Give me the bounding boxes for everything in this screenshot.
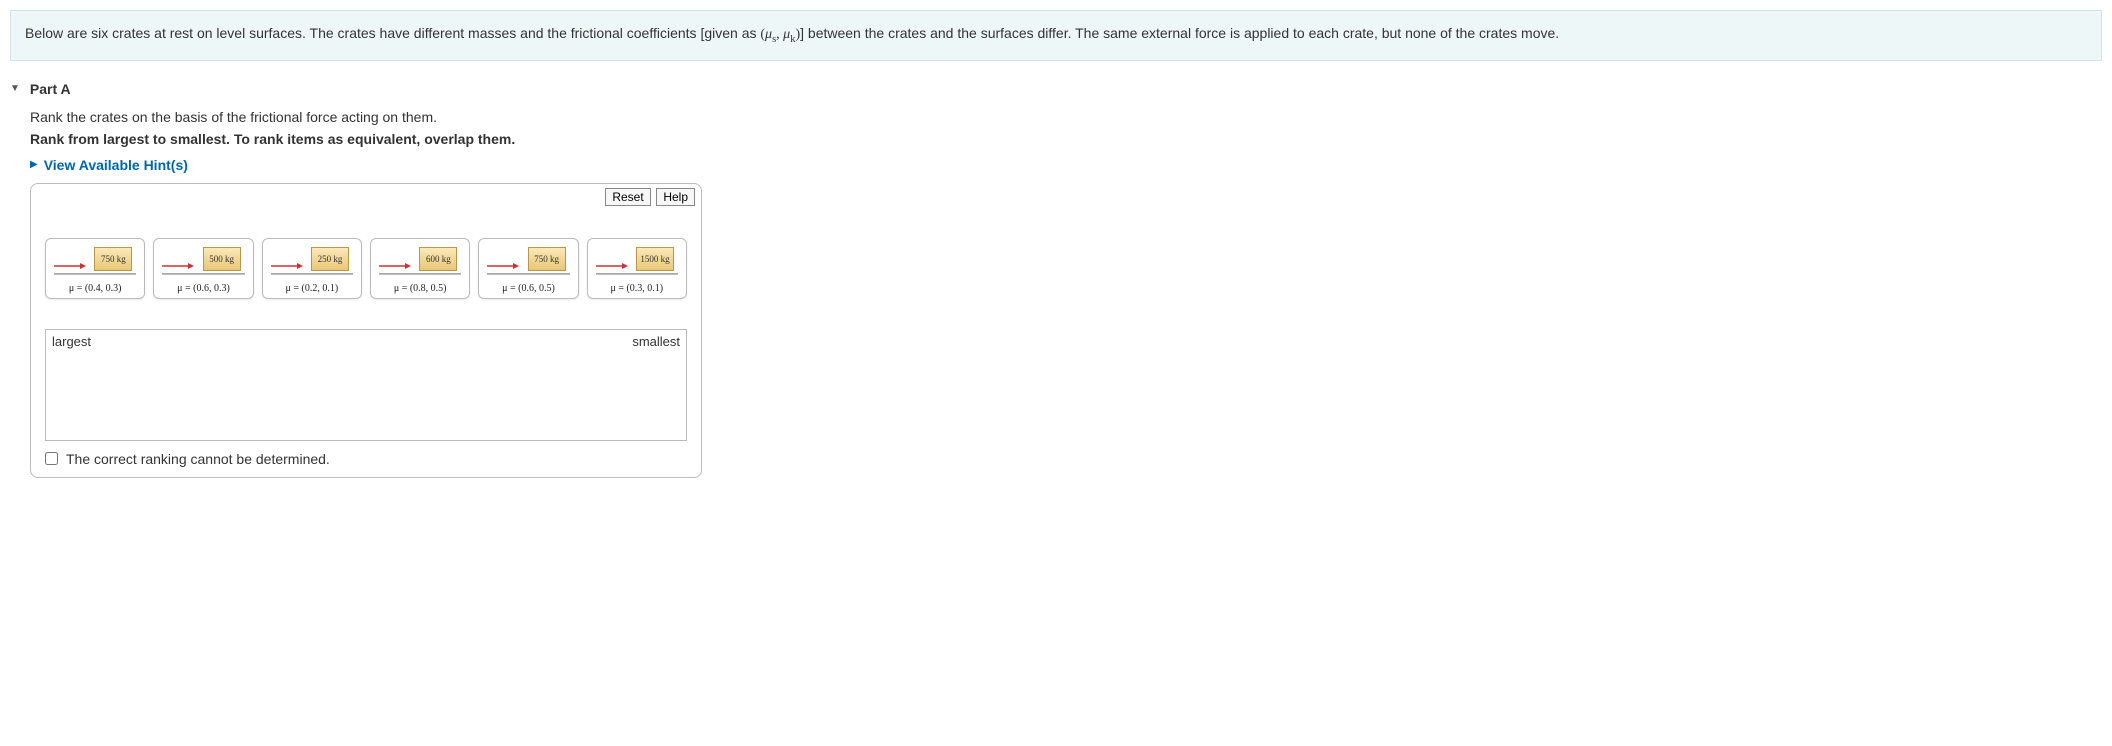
problem-intro: Below are six crates at rest on level su…: [10, 10, 2102, 61]
dropzone-left-label: largest: [52, 334, 91, 349]
ranking-drop-zone[interactable]: largest smallest: [45, 329, 687, 441]
crate-graphic: 1500 kg: [592, 245, 682, 279]
intro-text-after: ] between the crates and the surfaces di…: [800, 25, 1559, 41]
dropzone-right-label: smallest: [632, 334, 680, 349]
part-a-header[interactable]: ▼ Part A: [10, 81, 2102, 97]
crate-mass: 500 kg: [203, 247, 241, 271]
crate-graphic: 250 kg: [267, 245, 357, 279]
surface-line: [162, 273, 244, 275]
surface-line: [379, 273, 461, 275]
crate-graphic: 500 kg: [158, 245, 248, 279]
crate-item[interactable]: 250 kg μ = (0.2, 0.1): [262, 238, 362, 299]
caret-down-icon: ▼: [10, 83, 20, 94]
crate-item[interactable]: 750 kg μ = (0.4, 0.3): [45, 238, 145, 299]
intro-text-before: Below are six crates at rest on level su…: [25, 25, 760, 41]
force-arrow-icon: [596, 262, 628, 270]
crate-mu: μ = (0.2, 0.1): [267, 283, 357, 294]
caret-right-icon: ▶: [30, 159, 38, 170]
instruction-line-1: Rank the crates on the basis of the fric…: [30, 109, 2102, 125]
hint-link-text: View Available Hint(s): [44, 157, 188, 173]
force-arrow-icon: [271, 262, 303, 270]
crate-mass: 750 kg: [94, 247, 132, 271]
force-arrow-icon: [54, 262, 86, 270]
force-arrow-icon: [162, 262, 194, 270]
part-label: Part A: [30, 81, 71, 97]
surface-line: [487, 273, 569, 275]
crate-item[interactable]: 1500 kg μ = (0.3, 0.1): [587, 238, 687, 299]
cannot-determine-label: The correct ranking cannot be determined…: [66, 451, 330, 467]
crate-mass: 1500 kg: [636, 247, 674, 271]
view-hints-link[interactable]: ▶ View Available Hint(s): [30, 157, 188, 173]
crate-item[interactable]: 750 kg μ = (0.6, 0.5): [478, 238, 578, 299]
crate-graphic: 750 kg: [483, 245, 573, 279]
instruction-line-2: Rank from largest to smallest. To rank i…: [30, 131, 2102, 147]
crate-mu: μ = (0.4, 0.3): [50, 283, 140, 294]
crate-mu: μ = (0.6, 0.5): [483, 283, 573, 294]
crate-item[interactable]: 500 kg μ = (0.6, 0.3): [153, 238, 253, 299]
crate-mu: μ = (0.8, 0.5): [375, 283, 465, 294]
crate-mu: μ = (0.6, 0.3): [158, 283, 248, 294]
crate-mu: μ = (0.3, 0.1): [592, 283, 682, 294]
crate-items-row: 750 kg μ = (0.4, 0.3) 500 kg μ = (0.6, 0…: [31, 208, 701, 319]
crate-mass: 750 kg: [528, 247, 566, 271]
crate-graphic: 600 kg: [375, 245, 465, 279]
crate-item[interactable]: 600 kg μ = (0.8, 0.5): [370, 238, 470, 299]
crate-mass: 600 kg: [419, 247, 457, 271]
widget-toolbar: Reset Help: [31, 184, 701, 208]
force-arrow-icon: [487, 262, 519, 270]
part-a-body: Rank the crates on the basis of the fric…: [30, 109, 2102, 478]
crate-graphic: 750 kg: [50, 245, 140, 279]
surface-line: [271, 273, 353, 275]
force-arrow-icon: [379, 262, 411, 270]
surface-line: [54, 273, 136, 275]
reset-button[interactable]: Reset: [605, 188, 650, 206]
help-button[interactable]: Help: [656, 188, 695, 206]
crate-mass: 250 kg: [311, 247, 349, 271]
surface-line: [596, 273, 678, 275]
cannot-determine-row: The correct ranking cannot be determined…: [31, 451, 701, 477]
ranking-widget: Reset Help 750 kg μ = (0.4, 0.3): [30, 183, 702, 478]
cannot-determine-checkbox[interactable]: [45, 452, 58, 465]
mu-formula: (μs, μk): [760, 27, 800, 42]
